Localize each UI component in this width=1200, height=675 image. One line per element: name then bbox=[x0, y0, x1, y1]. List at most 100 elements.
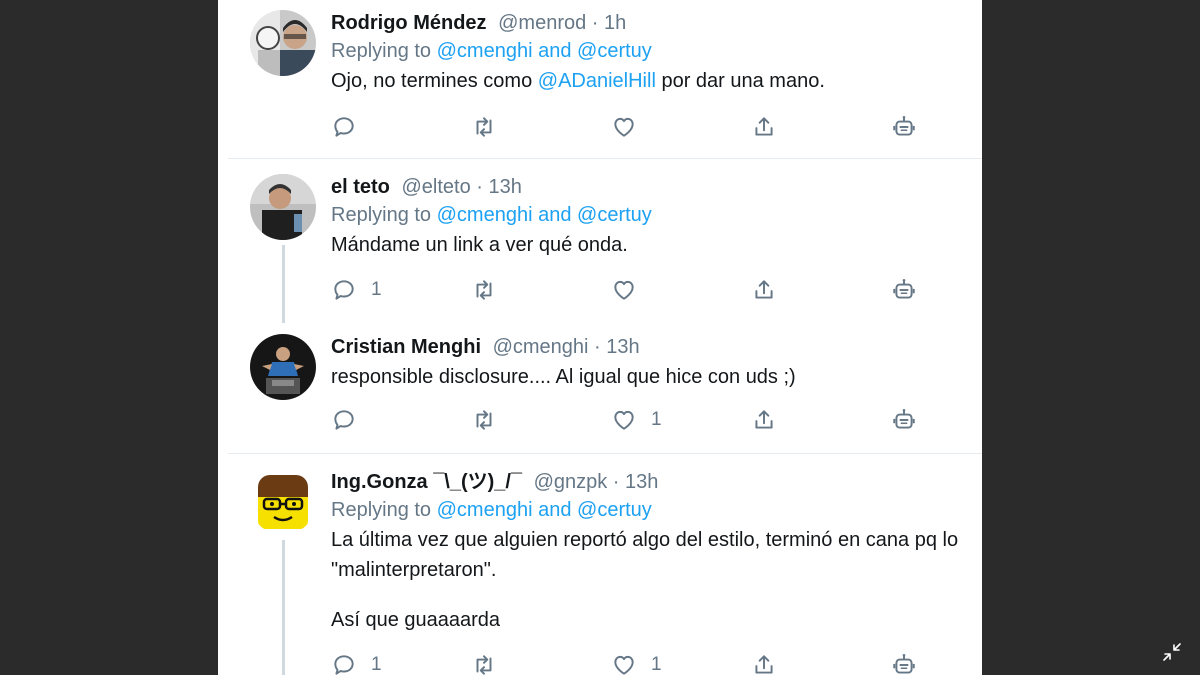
share-button[interactable] bbox=[751, 650, 777, 675]
avatar[interactable] bbox=[250, 469, 316, 535]
retweet-button[interactable] bbox=[471, 275, 497, 305]
retweet-icon bbox=[476, 655, 492, 675]
bot-button[interactable] bbox=[891, 112, 917, 142]
display-name[interactable]: el teto bbox=[331, 176, 390, 198]
share-button[interactable] bbox=[751, 405, 777, 435]
share-icon bbox=[755, 117, 773, 136]
tweet-cristian: Cristian Menghi @cmenghi · 13h responsib… bbox=[228, 319, 982, 453]
tweet-text: Ojo, no termines como @ADanielHill por d… bbox=[331, 66, 982, 96]
tweet-text-part: por dar una mano. bbox=[661, 70, 825, 92]
timestamp[interactable]: · 1h bbox=[592, 12, 626, 34]
replying-to: Replying to @cmenghi and @certuy bbox=[331, 200, 982, 230]
like-button[interactable] bbox=[611, 275, 651, 305]
bot-button[interactable] bbox=[891, 650, 917, 675]
retweet-icon bbox=[476, 410, 492, 430]
timestamp[interactable]: · 13h bbox=[476, 176, 522, 198]
robot-icon bbox=[893, 408, 915, 429]
tweet-actions bbox=[331, 112, 982, 142]
heart-icon bbox=[614, 410, 634, 430]
robot-icon bbox=[893, 278, 915, 299]
image-viewer: Rodrigo Méndez @menrod · 1h Replying to … bbox=[0, 0, 1200, 675]
mention-link[interactable]: @ADanielHill bbox=[538, 70, 656, 92]
reply-icon bbox=[334, 280, 354, 300]
like-count: 1 bbox=[651, 654, 662, 675]
tweet-elteto: el teto @elteto · 13h Replying to @cmeng… bbox=[228, 159, 982, 323]
tweet-gonza: Ing.Gonza ¯\_(ツ)_/¯ @gnzpk · 13h Replyin… bbox=[228, 454, 982, 675]
bot-button[interactable] bbox=[891, 275, 917, 305]
avatar[interactable] bbox=[250, 10, 316, 76]
reply-icon bbox=[334, 117, 354, 137]
reply-button[interactable]: 1 bbox=[331, 650, 382, 675]
display-name[interactable]: Ing.Gonza ¯\_(ツ)_/¯ bbox=[331, 471, 522, 493]
replying-to: Replying to @cmenghi and @certuy bbox=[331, 495, 982, 525]
avatar[interactable] bbox=[250, 334, 316, 400]
thread-line bbox=[282, 245, 285, 323]
share-button[interactable] bbox=[751, 275, 777, 305]
bot-button[interactable] bbox=[891, 405, 917, 435]
timestamp[interactable]: · 13h bbox=[594, 336, 640, 358]
tweet-thread-screenshot: Rodrigo Méndez @menrod · 1h Replying to … bbox=[218, 0, 982, 675]
tweet-header: Cristian Menghi @cmenghi · 13h bbox=[331, 334, 982, 360]
mention-link[interactable]: @certuy bbox=[577, 499, 652, 521]
thread-line bbox=[282, 540, 285, 675]
mention-link[interactable]: @certuy bbox=[577, 204, 652, 226]
heart-icon bbox=[614, 655, 634, 675]
tweet-header: el teto @elteto · 13h bbox=[331, 174, 982, 200]
tweet-actions: 1 bbox=[331, 275, 982, 305]
handle[interactable]: @menrod bbox=[498, 12, 586, 34]
reply-icon bbox=[334, 410, 354, 430]
minimize-icon[interactable] bbox=[1160, 640, 1184, 664]
avatar[interactable] bbox=[250, 174, 316, 240]
replying-to: Replying to @cmenghi and @certuy bbox=[331, 36, 982, 66]
heart-icon bbox=[614, 280, 634, 300]
mention-link[interactable]: @cmenghi bbox=[437, 40, 533, 62]
retweet-button[interactable] bbox=[471, 650, 497, 675]
tweet-text-line: Así que guaaaarda bbox=[331, 609, 501, 631]
reply-button[interactable]: 1 bbox=[331, 275, 382, 305]
tweet-header: Ing.Gonza ¯\_(ツ)_/¯ @gnzpk · 13h bbox=[331, 469, 982, 495]
replying-label: Replying to bbox=[331, 499, 432, 521]
replying-label: Replying to bbox=[331, 40, 432, 62]
mention-link[interactable]: @cmenghi bbox=[437, 499, 533, 521]
heart-icon bbox=[614, 117, 634, 137]
replying-label: Replying to bbox=[331, 204, 432, 226]
display-name[interactable]: Cristian Menghi bbox=[331, 336, 481, 358]
retweet-button[interactable] bbox=[471, 112, 497, 142]
like-count: 1 bbox=[651, 409, 662, 430]
share-icon bbox=[755, 280, 773, 299]
reply-count: 1 bbox=[371, 279, 382, 300]
tweet-text-line: La última vez que alguien reportó algo d… bbox=[331, 529, 959, 551]
handle[interactable]: @cmenghi bbox=[493, 336, 589, 358]
share-icon bbox=[755, 655, 773, 674]
tweet-text: responsible disclosure.... Al igual que … bbox=[331, 366, 796, 388]
tweet-actions: 1 bbox=[331, 405, 982, 435]
reply-button[interactable] bbox=[331, 405, 371, 435]
display-name[interactable]: Rodrigo Méndez bbox=[331, 12, 487, 34]
mention-link[interactable]: @certuy bbox=[577, 40, 652, 62]
retweet-icon bbox=[476, 280, 492, 300]
handle[interactable]: @gnzpk bbox=[534, 471, 608, 493]
timestamp[interactable]: · 13h bbox=[613, 471, 659, 493]
share-icon bbox=[755, 410, 773, 429]
tweet-text-part: Ojo, no termines como bbox=[331, 70, 533, 92]
reply-button[interactable] bbox=[331, 112, 371, 142]
tweet-actions: 1 1 bbox=[331, 650, 982, 675]
handle[interactable]: @elteto bbox=[401, 176, 470, 198]
robot-icon bbox=[893, 115, 915, 136]
robot-icon bbox=[893, 653, 915, 674]
tweet-text-line: "malinterpretaron". bbox=[331, 559, 497, 581]
replying-and: and bbox=[538, 40, 572, 62]
like-button[interactable]: 1 bbox=[611, 650, 662, 675]
like-button[interactable] bbox=[611, 112, 651, 142]
replying-and: and bbox=[538, 204, 572, 226]
retweet-button[interactable] bbox=[471, 405, 497, 435]
tweet-header: Rodrigo Méndez @menrod · 1h bbox=[331, 10, 982, 36]
tweet-rodrigo: Rodrigo Méndez @menrod · 1h Replying to … bbox=[228, 0, 982, 158]
mention-link[interactable]: @cmenghi bbox=[437, 204, 533, 226]
reply-count: 1 bbox=[371, 654, 382, 675]
reply-icon bbox=[334, 655, 354, 675]
share-button[interactable] bbox=[751, 112, 777, 142]
retweet-icon bbox=[476, 117, 492, 137]
like-button[interactable]: 1 bbox=[611, 405, 662, 435]
replying-and: and bbox=[538, 499, 572, 521]
